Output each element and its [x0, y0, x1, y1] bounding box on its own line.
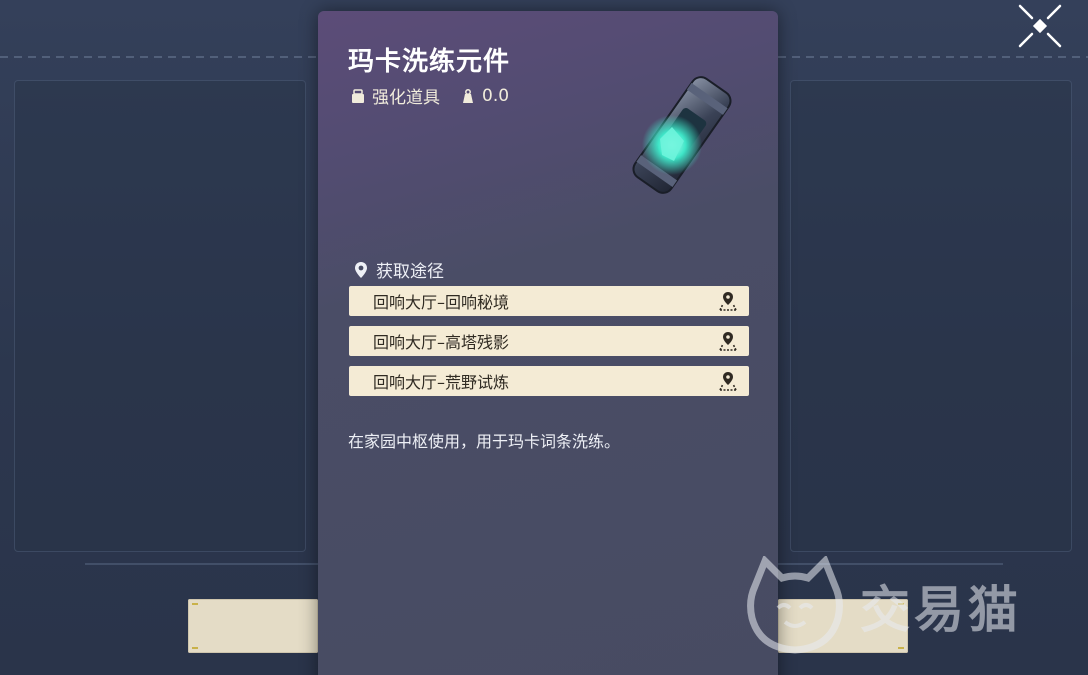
cat-logo-icon: [747, 556, 843, 654]
close-icon: [1018, 4, 1062, 48]
item-detail-card: 玛卡洗练元件 强化道具 0.0 获取途径 回响大厅–回响秘境 回响大厅–高塔残影…: [318, 11, 778, 675]
category-icon: [352, 88, 364, 103]
item-category: 强化道具: [372, 88, 440, 108]
item-description: 在家园中枢使用，用于玛卡词条洗练。: [348, 432, 621, 451]
watermark: 交易猫: [740, 556, 1022, 656]
background-divider-right: [778, 56, 1088, 58]
background-panel-right: [790, 80, 1072, 552]
source-list: 回响大厅–回响秘境 回响大厅–高塔残影 回响大厅–荒野试炼: [349, 286, 749, 406]
item-name: 玛卡洗练元件: [348, 47, 511, 77]
item-weight: 0.0: [482, 85, 510, 106]
background-divider-left: [0, 56, 318, 58]
navigate-icon[interactable]: [717, 330, 739, 352]
source-item[interactable]: 回响大厅–荒野试炼: [349, 366, 749, 396]
source-item-label: 回响大厅–高塔残影: [373, 333, 510, 352]
source-header-label: 获取途径: [376, 262, 444, 282]
location-pin-icon: [355, 261, 367, 278]
source-header: 获取途径: [354, 257, 444, 282]
navigate-icon[interactable]: [717, 290, 739, 312]
item-meta-row: 强化道具 0.0: [350, 83, 509, 108]
source-item[interactable]: 回响大厅–回响秘境: [349, 286, 749, 316]
source-item[interactable]: 回响大厅–高塔残影: [349, 326, 749, 356]
watermark-text: 交易猫: [860, 581, 1022, 639]
cyan-crystal-canister-icon: [632, 76, 732, 194]
background-button-left[interactable]: [188, 599, 318, 653]
navigate-icon[interactable]: [717, 370, 739, 392]
background-panel-left: [14, 80, 306, 552]
source-item-label: 回响大厅–回响秘境: [373, 293, 510, 312]
close-button[interactable]: [1014, 0, 1066, 52]
weight-icon: [463, 88, 473, 103]
source-item-label: 回响大厅–荒野试炼: [373, 373, 510, 392]
